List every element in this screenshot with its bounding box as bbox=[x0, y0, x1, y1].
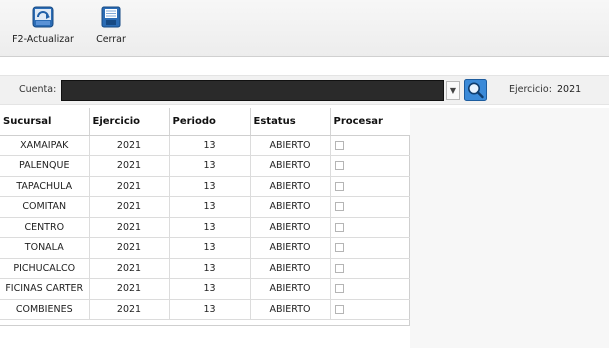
cuenta-field[interactable] bbox=[61, 80, 444, 101]
filter-bar: Cuenta: ▼ Ejercicio: 2021 bbox=[0, 75, 609, 105]
refresh-button[interactable]: F2-Actualizar bbox=[4, 6, 82, 52]
estatus-cell: ABIERTO bbox=[250, 135, 331, 156]
periodo-cell: 13 bbox=[169, 237, 251, 259]
branches-grid: Sucursal Ejercicio Periodo Estatus Proce… bbox=[0, 108, 411, 326]
procesar-checkbox[interactable] bbox=[334, 284, 344, 294]
ejercicio-cell: 2021 bbox=[89, 155, 170, 177]
sucursal-cell: PICHUCALCO bbox=[0, 258, 90, 279]
ejercicio-cell: 2021 bbox=[89, 196, 170, 218]
ejercicio-cell: 2021 bbox=[89, 258, 170, 279]
sucursal-cell: COMITAN bbox=[0, 196, 90, 218]
ejercicio-cell: 2021 bbox=[89, 237, 170, 259]
procesar-checkbox[interactable] bbox=[334, 243, 344, 253]
ejercicio-cell: 2021 bbox=[89, 278, 170, 300]
estatus-cell: ABIERTO bbox=[250, 299, 331, 320]
sucursal-cell: XAMAIPAK bbox=[0, 135, 90, 156]
procesar-cell bbox=[330, 217, 411, 238]
chevron-down-icon: ▼ bbox=[449, 86, 457, 95]
table-row[interactable]: TONALA 2021 13 ABIERTO bbox=[0, 237, 411, 259]
ejercicio-cell: 2021 bbox=[89, 135, 170, 156]
periodo-cell: 13 bbox=[169, 278, 251, 300]
close-label: Cerrar bbox=[96, 34, 126, 45]
sucursal-cell: TONALA bbox=[0, 237, 90, 259]
estatus-cell: ABIERTO bbox=[250, 155, 331, 177]
column-header-periodo[interactable]: Periodo bbox=[169, 108, 251, 136]
procesar-checkbox[interactable] bbox=[334, 263, 344, 273]
empty-panel bbox=[410, 108, 609, 348]
column-header-ejercicio[interactable]: Ejercicio bbox=[89, 108, 170, 136]
table-row[interactable]: COMBIENES 2021 13 ABIERTO bbox=[0, 299, 411, 320]
sucursal-cell: FICINAS CARTER bbox=[0, 278, 90, 300]
periodo-cell: 13 bbox=[169, 155, 251, 177]
estatus-cell: ABIERTO bbox=[250, 278, 331, 300]
procesar-cell bbox=[330, 299, 411, 320]
sucursal-cell: COMBIENES bbox=[0, 299, 90, 320]
procesar-cell bbox=[330, 176, 411, 197]
ejercicio-cell: 2021 bbox=[89, 217, 170, 238]
procesar-checkbox[interactable] bbox=[334, 140, 344, 150]
periodo-cell: 13 bbox=[169, 176, 251, 197]
refresh-icon bbox=[32, 6, 54, 28]
periodo-cell: 13 bbox=[169, 299, 251, 320]
ejercicio-cell: 2021 bbox=[89, 176, 170, 197]
procesar-cell bbox=[330, 278, 411, 300]
search-icon[interactable] bbox=[464, 79, 487, 101]
refresh-label: F2-Actualizar bbox=[12, 34, 74, 45]
procesar-cell bbox=[330, 258, 411, 279]
table-header-row: Sucursal Ejercicio Periodo Estatus Proce… bbox=[0, 108, 411, 136]
periodo-cell: 13 bbox=[169, 135, 251, 156]
branches-table: Sucursal Ejercicio Periodo Estatus Proce… bbox=[0, 108, 411, 320]
close-window-icon bbox=[101, 6, 121, 28]
cuenta-label: Cuenta: bbox=[19, 84, 57, 95]
estatus-cell: ABIERTO bbox=[250, 196, 331, 218]
procesar-cell bbox=[330, 196, 411, 218]
procesar-checkbox[interactable] bbox=[334, 202, 344, 212]
procesar-cell bbox=[330, 155, 411, 177]
close-button[interactable]: Cerrar bbox=[92, 6, 130, 52]
estatus-cell: ABIERTO bbox=[250, 176, 331, 197]
table-row[interactable]: XAMAIPAK 2021 13 ABIERTO bbox=[0, 135, 411, 156]
estatus-cell: ABIERTO bbox=[250, 217, 331, 238]
table-row[interactable]: PALENQUE 2021 13 ABIERTO bbox=[0, 155, 411, 177]
table-row[interactable]: CENTRO 2021 13 ABIERTO bbox=[0, 217, 411, 238]
procesar-cell bbox=[330, 237, 411, 259]
procesar-checkbox[interactable] bbox=[334, 304, 344, 314]
sucursal-cell: CENTRO bbox=[0, 217, 90, 238]
estatus-cell: ABIERTO bbox=[250, 258, 331, 279]
sucursal-cell: PALENQUE bbox=[0, 155, 90, 177]
periodo-cell: 13 bbox=[169, 258, 251, 279]
sucursal-cell: TAPACHULA bbox=[0, 176, 90, 197]
table-row[interactable]: TAPACHULA 2021 13 ABIERTO bbox=[0, 176, 411, 197]
procesar-cell bbox=[330, 135, 411, 156]
periodo-cell: 13 bbox=[169, 217, 251, 238]
cuenta-dropdown-button[interactable]: ▼ bbox=[446, 81, 460, 100]
table-row[interactable]: PICHUCALCO 2021 13 ABIERTO bbox=[0, 258, 411, 279]
estatus-cell: ABIERTO bbox=[250, 237, 331, 259]
table-row[interactable]: COMITAN 2021 13 ABIERTO bbox=[0, 196, 411, 218]
ejercicio-value[interactable]: 2021 bbox=[557, 84, 581, 95]
periodo-cell: 13 bbox=[169, 196, 251, 218]
ejercicio-cell: 2021 bbox=[89, 299, 170, 320]
procesar-checkbox[interactable] bbox=[334, 181, 344, 191]
column-header-procesar[interactable]: Procesar bbox=[330, 108, 411, 136]
ejercicio-label: Ejercicio: bbox=[509, 84, 552, 95]
column-header-sucursal[interactable]: Sucursal bbox=[0, 108, 90, 136]
procesar-checkbox[interactable] bbox=[334, 222, 344, 232]
procesar-checkbox[interactable] bbox=[334, 161, 344, 171]
column-header-estatus[interactable]: Estatus bbox=[250, 108, 331, 136]
toolbar: F2-Actualizar Cerrar bbox=[0, 0, 609, 57]
table-row[interactable]: FICINAS CARTER 2021 13 ABIERTO bbox=[0, 278, 411, 300]
